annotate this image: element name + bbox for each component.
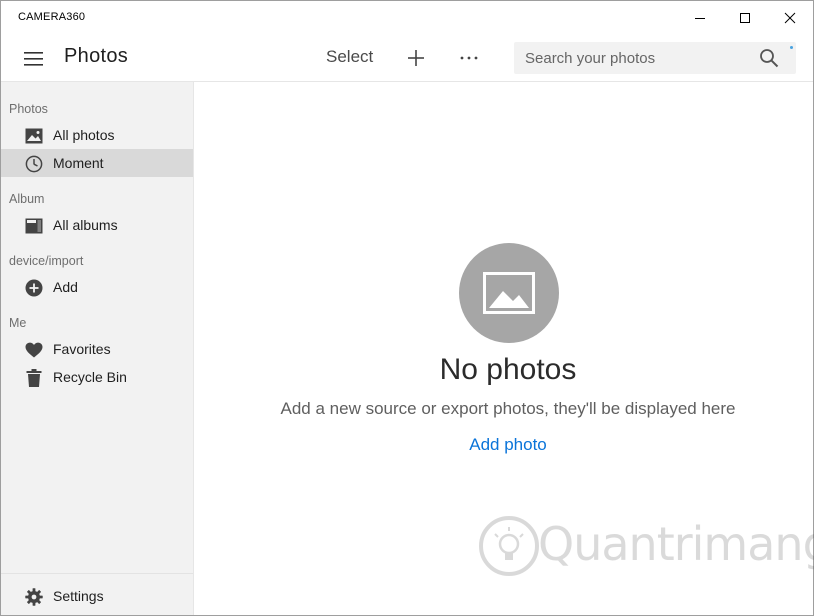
sidebar-item-all-photos[interactable]: All photos	[1, 121, 193, 149]
maximize-button[interactable]	[722, 1, 768, 35]
add-circle-icon	[24, 278, 43, 297]
sidebar-divider	[1, 573, 193, 574]
notification-dot	[790, 46, 793, 49]
close-icon	[784, 12, 796, 24]
sidebar-item-label: Add	[53, 279, 78, 295]
heart-icon	[24, 340, 43, 359]
image-icon	[24, 126, 43, 145]
section-label-album: Album	[9, 192, 45, 206]
add-button[interactable]	[401, 45, 431, 71]
select-button[interactable]: Select	[319, 45, 380, 71]
empty-state-title: No photos	[439, 353, 577, 386]
sidebar-item-moment[interactable]: Moment	[1, 149, 193, 177]
clock-icon	[24, 154, 43, 173]
minimize-button[interactable]	[677, 1, 723, 35]
close-button[interactable]	[767, 1, 813, 35]
trash-icon	[24, 368, 43, 387]
image-placeholder-icon	[483, 272, 535, 314]
hamburger-icon	[24, 52, 43, 66]
sidebar: Photos All photos Moment Album All album…	[1, 82, 194, 615]
watermark-text: Quantrimang	[538, 517, 814, 571]
more-options-button[interactable]	[453, 45, 485, 71]
minimize-icon	[695, 18, 705, 19]
add-photo-label[interactable]: Add photo	[469, 435, 547, 454]
gear-icon	[24, 587, 43, 606]
search-input[interactable]	[525, 42, 755, 74]
album-icon	[24, 216, 43, 235]
sidebar-item-label: Favorites	[53, 341, 111, 357]
section-label-photos: Photos	[9, 102, 48, 116]
watermark-logo-icon	[479, 516, 539, 576]
app-header: Photos Select	[1, 35, 813, 82]
empty-state-illustration	[459, 243, 559, 343]
search-icon[interactable]	[759, 48, 779, 68]
sidebar-item-all-albums[interactable]: All albums	[1, 211, 193, 239]
settings-label: Settings	[53, 588, 104, 604]
section-label-device-import: device/import	[9, 254, 84, 268]
section-label-me: Me	[9, 316, 27, 330]
empty-state-subtitle: Add a new source or export photos, they'…	[280, 399, 736, 418]
watermark: Quantrimang	[478, 513, 814, 583]
sidebar-item-add[interactable]: Add	[1, 273, 193, 301]
sidebar-item-label: All albums	[53, 217, 118, 233]
sidebar-item-label: Recycle Bin	[53, 369, 127, 385]
title-bar: CAMERA360	[1, 1, 813, 35]
page-title: Photos	[64, 45, 129, 67]
app-title: CAMERA360	[18, 11, 86, 23]
main-content: No photos Add a new source or export pho…	[195, 83, 814, 615]
sidebar-item-settings[interactable]: Settings	[1, 582, 193, 610]
sidebar-item-recycle-bin[interactable]: Recycle Bin	[1, 363, 193, 391]
app-window: CAMERA360 Photos Select Search your phot…	[0, 0, 814, 616]
maximize-icon	[740, 13, 750, 23]
plus-icon	[408, 50, 424, 66]
search-box	[514, 42, 796, 74]
sidebar-item-label: Moment	[53, 155, 104, 171]
more-icon	[460, 56, 478, 60]
hamburger-menu-button[interactable]	[22, 47, 46, 71]
add-photo-link: Add photo	[195, 435, 814, 455]
sidebar-item-label: All photos	[53, 127, 115, 143]
sidebar-item-favorites[interactable]: Favorites	[1, 335, 193, 363]
